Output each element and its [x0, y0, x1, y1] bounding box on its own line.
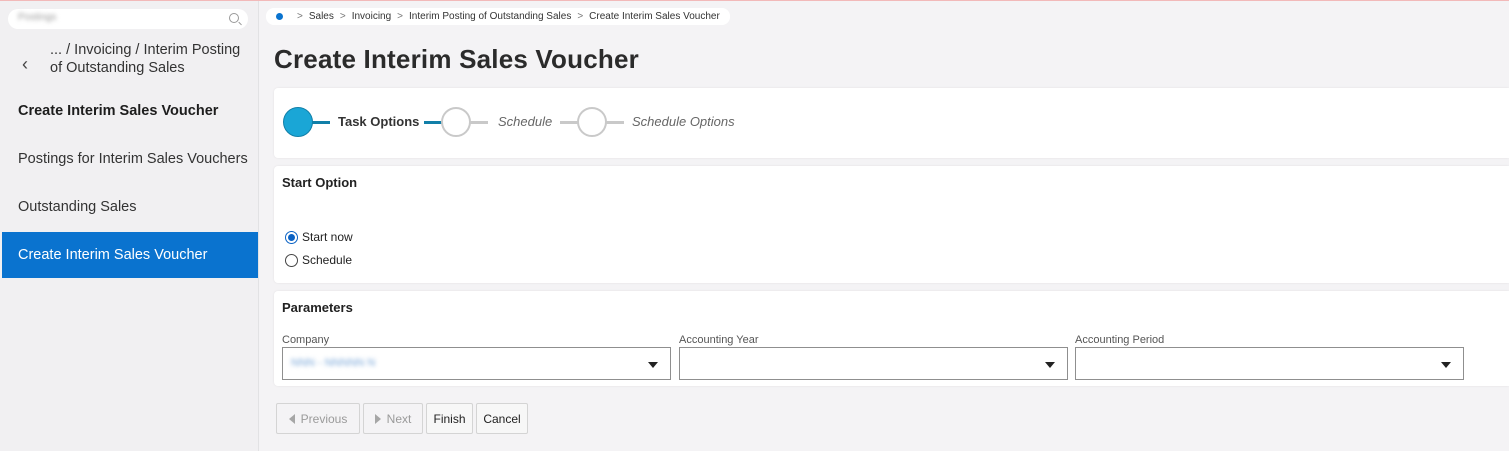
sidebar-item-create-interim-sales-voucher-header[interactable]: Create Interim Sales Voucher [2, 88, 258, 134]
step-indicator-schedule[interactable] [441, 107, 471, 137]
radio-schedule[interactable]: Schedule [285, 253, 352, 267]
chevron-right-icon: > [297, 11, 303, 22]
section-title: Start Option [282, 175, 358, 190]
company-label: Company [282, 334, 330, 346]
radio-button[interactable] [285, 230, 298, 244]
chevron-right-icon [374, 413, 381, 424]
chevron-right-icon: > [577, 11, 584, 22]
breadcrumb-item[interactable]: Sales [309, 11, 334, 22]
sidebar: Postings ‹ ... / Invoicing / Interim Pos… [0, 1, 259, 451]
section-title: Parameters [282, 300, 353, 315]
step-connector [470, 121, 488, 124]
wizard-steps: Task Options Schedule Schedule Options [274, 88, 1509, 158]
radio-label: Start now [302, 230, 353, 244]
radio-label: Schedule [302, 253, 353, 267]
chevron-right-icon: > [397, 11, 404, 22]
previous-button-label: Previous [300, 411, 348, 426]
sidebar-item-postings-for-interim-sales-vouchers[interactable]: Postings for Interim Sales Vouchers [2, 136, 258, 182]
step-label-schedule[interactable]: Schedule [498, 114, 552, 129]
home-icon[interactable] [276, 13, 283, 20]
previous-button[interactable]: Previous [276, 403, 360, 434]
chevron-down-icon[interactable] [1045, 362, 1055, 368]
company-select[interactable]: NNN - NNNNN N [282, 347, 671, 380]
chevron-right-icon: > [339, 11, 346, 22]
chevron-down-icon[interactable] [1441, 362, 1451, 368]
accounting-year-label: Accounting Year [679, 334, 759, 346]
start-option-section: Start Option Start now Schedule [274, 166, 1509, 283]
step-connector [312, 121, 330, 124]
accounting-year-select[interactable] [679, 347, 1068, 380]
step-connector [606, 121, 624, 124]
cancel-button[interactable]: Cancel [476, 403, 528, 434]
accounting-period-select[interactable] [1075, 347, 1464, 380]
chevron-down-icon[interactable] [648, 362, 658, 368]
sidebar-back-link[interactable]: ‹ ... / Invoicing / Interim Posting of O… [10, 41, 250, 85]
breadcrumb: > Sales > Invoicing > Interim Posting of… [266, 8, 730, 25]
step-indicator-schedule-options[interactable] [577, 107, 607, 137]
next-button[interactable]: Next [363, 403, 423, 434]
breadcrumb-item[interactable]: Interim Posting of Outstanding Sales [409, 11, 571, 22]
step-connector [424, 121, 442, 124]
chevron-left-icon [288, 413, 295, 424]
parameters-section: Parameters Company NNN - NNNNN N Account… [274, 291, 1509, 386]
company-value: NNN - NNNNN N [291, 357, 376, 369]
search-value: Postings [18, 12, 57, 23]
sidebar-item-create-interim-sales-voucher[interactable]: Create Interim Sales Voucher [2, 232, 258, 278]
search-icon[interactable] [229, 13, 239, 23]
chevron-left-icon[interactable]: ‹ [22, 55, 28, 73]
step-connector [560, 121, 578, 124]
step-indicator-task-options[interactable] [283, 107, 313, 137]
sidebar-search[interactable]: Postings [8, 9, 248, 29]
sidebar-back-label: ... / Invoicing / Interim Posting of Out… [50, 42, 241, 76]
step-label-task-options[interactable]: Task Options [338, 114, 419, 129]
next-button-label: Next [386, 411, 412, 426]
breadcrumb-item[interactable]: Invoicing [352, 11, 391, 22]
sidebar-item-outstanding-sales[interactable]: Outstanding Sales [2, 184, 258, 230]
radio-start-now[interactable]: Start now [285, 230, 353, 244]
page-title: Create Interim Sales Voucher [274, 44, 639, 74]
radio-button[interactable] [285, 253, 298, 267]
finish-button[interactable]: Finish [426, 403, 473, 434]
breadcrumb-item-current: Create Interim Sales Voucher [589, 11, 720, 22]
accounting-period-label: Accounting Period [1075, 334, 1165, 346]
step-label-schedule-options[interactable]: Schedule Options [632, 114, 735, 129]
